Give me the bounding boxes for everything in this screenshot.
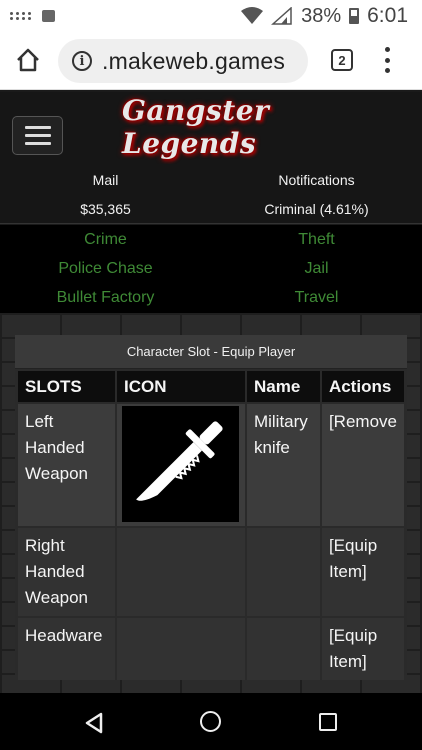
battery-icon xyxy=(349,8,360,24)
nav-jail[interactable]: Jail xyxy=(211,260,422,278)
info-icon[interactable]: i xyxy=(72,51,92,71)
nav-bullet-factory[interactable]: Bullet Factory xyxy=(0,289,211,307)
equip-panel: Character Slot - Equip Player SLOTS ICON… xyxy=(15,335,407,680)
battery-percent: 38% xyxy=(301,4,342,27)
site-logo[interactable]: Gangster Legends xyxy=(122,94,344,160)
panel-title: Character Slot - Equip Player xyxy=(15,335,407,369)
status-bar: 38% 6:01 xyxy=(0,0,422,32)
column-header-name: Name xyxy=(245,371,322,403)
home-icon[interactable] xyxy=(14,46,42,74)
nav-crime[interactable]: Crime xyxy=(0,231,211,249)
browser-toolbar: i .makeweb.games 2 xyxy=(0,32,422,90)
slot-name: Headware xyxy=(18,616,117,680)
wifi-icon xyxy=(241,7,264,24)
image-notification-icon xyxy=(42,10,55,22)
money-value: $35,365 xyxy=(80,201,131,217)
site-header: Gangster Legends xyxy=(0,92,422,164)
slot-name: Right Handed Weapon xyxy=(18,526,117,617)
overflow-menu-icon[interactable] xyxy=(383,47,391,73)
url-text: .makeweb.games xyxy=(102,47,286,74)
item-name: Military knife xyxy=(245,402,322,527)
table-row: Left Handed Weapon Military knife [Remov… xyxy=(18,402,404,527)
clock: 6:01 xyxy=(367,4,408,27)
column-header-icon: ICON xyxy=(115,371,247,403)
knife-icon xyxy=(121,406,239,522)
hamburger-menu-button[interactable] xyxy=(12,116,63,155)
slot-icon-cell xyxy=(115,402,247,527)
table-header-row: SLOTS ICON Name Actions xyxy=(18,371,404,403)
nav-police-chase[interactable]: Police Chase xyxy=(0,260,211,278)
rank-value: Criminal (4.61%) xyxy=(264,201,369,217)
address-bar[interactable]: i .makeweb.games xyxy=(58,39,308,83)
back-icon[interactable] xyxy=(84,712,104,734)
table-row: Headware [Equip Item] xyxy=(18,616,404,680)
equip-item-link[interactable]: [Equip Item] xyxy=(320,526,404,617)
notifications-link[interactable]: Notifications xyxy=(211,172,422,188)
notification-dots-icon xyxy=(10,12,32,20)
mail-link[interactable]: Mail xyxy=(0,172,211,188)
system-nav-bar xyxy=(0,693,422,750)
slot-name: Left Handed Weapon xyxy=(18,402,117,527)
tab-switcher-button[interactable]: 2 xyxy=(331,49,353,71)
nav-travel[interactable]: Travel xyxy=(211,289,422,307)
item-name xyxy=(245,526,322,617)
column-header-actions: Actions xyxy=(320,371,404,403)
nav-theft[interactable]: Theft xyxy=(211,231,422,249)
recent-apps-icon[interactable] xyxy=(319,713,337,731)
slot-icon-cell xyxy=(115,616,247,680)
item-name xyxy=(245,616,322,680)
remove-link[interactable]: [Remove xyxy=(320,402,404,527)
player-info-bar: Mail Notifications $35,365 Criminal (4.6… xyxy=(0,164,422,224)
signal-icon xyxy=(271,7,292,25)
game-nav: Crime Theft Police Chase Jail Bullet Fac… xyxy=(0,225,422,313)
slot-icon-cell xyxy=(115,526,247,617)
home-circle-icon[interactable] xyxy=(200,711,221,732)
column-header-slots: SLOTS xyxy=(18,371,117,403)
equipment-table: SLOTS ICON Name Actions Left Handed Weap… xyxy=(18,371,404,680)
table-row: Right Handed Weapon [Equip Item] xyxy=(18,526,404,617)
equip-item-link[interactable]: [Equip Item] xyxy=(320,616,404,680)
